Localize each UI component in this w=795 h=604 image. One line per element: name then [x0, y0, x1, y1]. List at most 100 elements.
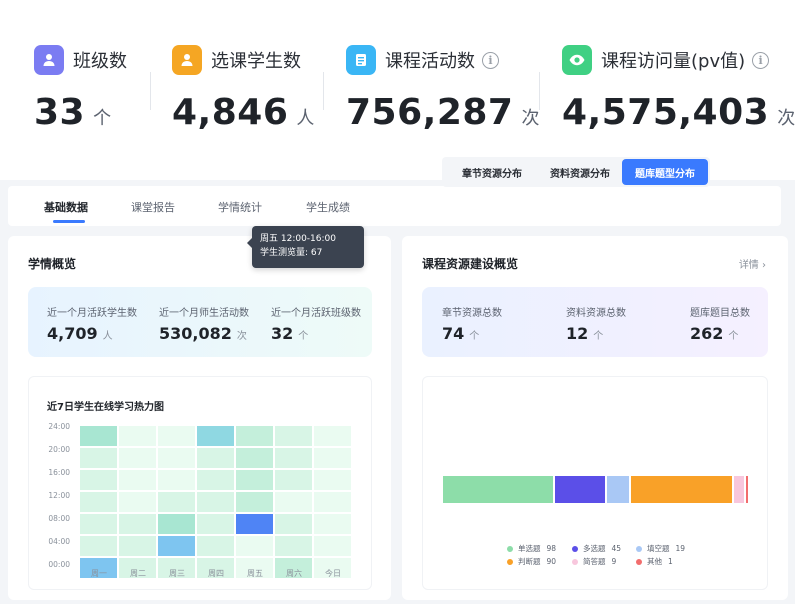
legend-item: 其他 1: [636, 556, 673, 567]
heatmap-cell[interactable]: [119, 426, 156, 446]
heatmap-cell[interactable]: [80, 492, 117, 512]
tab-chapter-distribution[interactable]: 章节资源分布: [448, 159, 536, 185]
tab-student-scores[interactable]: 学生成绩: [306, 199, 350, 215]
info-icon[interactable]: i: [482, 51, 499, 69]
heatmap-cell[interactable]: [314, 470, 351, 490]
stat-student-count: 选课学生数 4,846 人: [172, 44, 314, 133]
heatmap-cell[interactable]: [119, 536, 156, 556]
heatmap-cell[interactable]: [158, 426, 195, 446]
heatmap-cell[interactable]: [119, 514, 156, 534]
tab-learning-stats[interactable]: 学情统计: [218, 199, 262, 215]
legend-value: 19: [675, 544, 686, 553]
heatmap-cell[interactable]: [197, 448, 234, 468]
bar-segment[interactable]: [745, 476, 748, 503]
heatmap-cell[interactable]: [275, 536, 312, 556]
legend-name: 单选题: [518, 544, 541, 553]
heatmap-cell[interactable]: [314, 492, 351, 512]
bar-segment[interactable]: [630, 476, 732, 503]
stat-label: 课程访问量(pv值): [601, 51, 746, 72]
heatmap-cell[interactable]: [158, 492, 195, 512]
summary-value: 530,082: [159, 324, 232, 343]
heatmap-cell[interactable]: [197, 536, 234, 556]
legend-dot: [636, 558, 642, 565]
summary-unit: 个: [469, 331, 480, 342]
heatmap-cell[interactable]: [119, 470, 156, 490]
tab-class-report[interactable]: 课堂报告: [131, 199, 175, 215]
heatmap-cell[interactable]: [197, 492, 234, 512]
heatmap-y-label: 12:00: [48, 490, 70, 500]
summary-activities: 近一个月师生活动数 530,082 次: [159, 304, 249, 343]
summary-unit: 个: [298, 331, 309, 342]
legend-dot: [507, 545, 513, 552]
heatmap-cell[interactable]: [158, 536, 195, 556]
heatmap-cell[interactable]: [119, 448, 156, 468]
heatmap-cell[interactable]: [197, 514, 234, 534]
stat-unit: 次: [521, 108, 540, 129]
tab-basic-data[interactable]: 基础数据: [44, 199, 88, 215]
heatmap-y-label: 20:00: [48, 444, 70, 454]
stat-unit: 人: [296, 108, 315, 129]
heatmap-cell[interactable]: [314, 536, 351, 556]
heatmap-cell[interactable]: [236, 514, 273, 534]
heatmap-y-label: 24:00: [48, 422, 70, 431]
heatmap-cell[interactable]: [80, 536, 117, 556]
summary-label: 近一个月师生活动数: [159, 308, 249, 319]
heatmap-cell[interactable]: [236, 536, 273, 556]
heatmap-cell[interactable]: [158, 470, 195, 490]
heatmap-cell[interactable]: [158, 514, 195, 534]
stat-unit: 次: [777, 108, 795, 129]
divider: [539, 72, 540, 110]
heatmap-cell[interactable]: [275, 470, 312, 490]
heatmap-cell[interactable]: [119, 492, 156, 512]
heatmap-cell[interactable]: [80, 448, 117, 468]
legend-value: 1: [668, 557, 673, 566]
tooltip-title: 周五 12:00-16:00: [260, 234, 336, 244]
bar-segment[interactable]: [607, 476, 629, 503]
legend-value: 45: [611, 544, 622, 553]
heatmap-cell[interactable]: [80, 470, 117, 490]
legend-name: 填空题: [647, 544, 670, 553]
tab-question-type-distribution[interactable]: 题库题型分布: [622, 159, 708, 185]
heatmap-cell[interactable]: [236, 492, 273, 512]
summary-label: 章节资源总数: [442, 308, 502, 319]
heatmap-x-label: 今日: [325, 569, 341, 578]
bar-segment[interactable]: [554, 476, 606, 503]
heatmap-cell[interactable]: [236, 470, 273, 490]
stats-section: 班级数 33 个 选课学生数 4,846 人 课程活动数 i 756,287 次: [0, 0, 795, 180]
heatmap-cell[interactable]: [80, 426, 117, 446]
summary-label: 近一个月活跃学生数: [47, 308, 137, 319]
heatmap-cell[interactable]: [197, 426, 234, 446]
legend-item: 判断题 90: [507, 556, 556, 567]
stat-value: 33: [34, 92, 86, 133]
info-icon[interactable]: i: [752, 51, 770, 69]
legend-item: 多选题 45: [572, 543, 621, 554]
heatmap-cell[interactable]: [197, 470, 234, 490]
eye-icon: [562, 45, 592, 75]
heatmap-cell[interactable]: [275, 426, 312, 446]
stat-unit: 个: [93, 108, 112, 129]
summary-material-resources: 资料资源总数 12 个: [566, 304, 626, 343]
heatmap-cell[interactable]: [275, 448, 312, 468]
summary-unit: 个: [593, 331, 604, 342]
heatmap-cell[interactable]: [236, 426, 273, 446]
bar-segment[interactable]: [443, 476, 553, 503]
heatmap-tooltip: 周五 12:00-16:00 学生测览量: 67: [247, 226, 364, 268]
heatmap-cell[interactable]: [80, 514, 117, 534]
heatmap-cell[interactable]: [314, 448, 351, 468]
heatmap-cell[interactable]: [314, 514, 351, 534]
heatmap-cell[interactable]: [314, 426, 351, 446]
tab-material-distribution[interactable]: 资料资源分布: [536, 159, 624, 185]
stat-class-count: 班级数 33 个: [34, 44, 127, 133]
tab-bar: 基础数据 课堂报告 学情统计 学生成绩: [8, 186, 781, 226]
heatmap-cell[interactable]: [275, 492, 312, 512]
details-link[interactable]: 详情 ›: [739, 256, 766, 271]
heatmap-title: 近7日学生在线学习热力图: [47, 402, 164, 413]
summary-value: 74: [442, 324, 465, 343]
bar-segment[interactable]: [733, 476, 744, 503]
summary-value: 262: [690, 324, 724, 343]
heatmap-cell[interactable]: [236, 448, 273, 468]
legend-dot: [572, 545, 578, 552]
heatmap-cell[interactable]: [275, 514, 312, 534]
heatmap-cell[interactable]: [158, 448, 195, 468]
heatmap-x-label: 周二: [130, 569, 146, 578]
